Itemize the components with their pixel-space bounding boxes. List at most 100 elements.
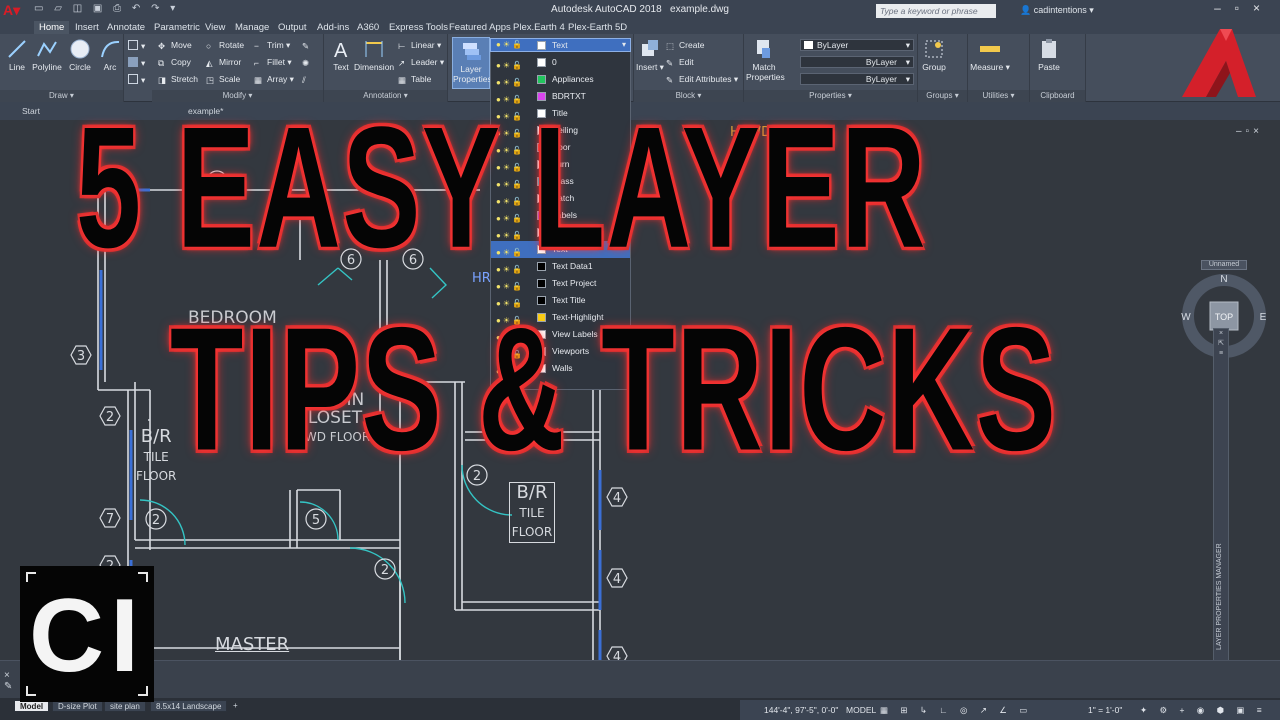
line-tool[interactable]: Line <box>4 38 30 72</box>
explode-tool[interactable]: ✺ <box>302 57 315 68</box>
hatch-tool[interactable]: ▾ <box>128 57 145 69</box>
table-icon: ▦ <box>398 75 407 85</box>
offset-tool[interactable]: ⫽ <box>302 74 315 85</box>
edit-block-tool[interactable]: ✎ Edit <box>666 57 694 68</box>
clipboard-panel-title[interactable]: Clipboard <box>1030 90 1085 102</box>
paste-tool[interactable]: Paste <box>1034 38 1064 72</box>
drafting-toggles[interactable]: ▦ ⊞ ↳ ∟ ◎ ↗ ∠ ▭ <box>880 705 1032 716</box>
edit-attributes-tool[interactable]: ✎ Edit Attributes ▾ <box>666 74 738 85</box>
move-icon: ✥ <box>158 41 166 51</box>
circle-tool[interactable]: Circle <box>66 38 94 72</box>
viewport-controls[interactable]: –▫× <box>1236 126 1263 137</box>
ucs-menu[interactable]: Unnamed <box>1201 260 1247 270</box>
layer-properties-button[interactable]: Layer Properties <box>452 37 492 89</box>
layer-item[interactable]: ●☀🔓 Appliances <box>491 71 630 88</box>
group-icon <box>925 40 943 58</box>
tab-addins[interactable]: Add-ins <box>312 21 354 34</box>
measure-tool[interactable]: Measure ▾ <box>970 38 1010 73</box>
tab-plex-earth-4[interactable]: Plex.Earth 4 <box>508 21 570 34</box>
model-space-toggle[interactable]: MODEL <box>846 705 876 715</box>
match-properties-icon <box>757 40 770 58</box>
tab-view[interactable]: View <box>200 21 230 34</box>
tab-home[interactable]: Home <box>34 21 70 34</box>
line-icon <box>8 40 26 58</box>
layer-item[interactable]: ●☀🔓 0 <box>491 54 630 71</box>
thumbnail-title-line1: 5 EASY LAYER <box>76 90 928 284</box>
autocad-logo-icon <box>1182 29 1256 97</box>
tab-featured-apps[interactable]: Featured Apps <box>444 21 516 34</box>
tag-marker-label: 4 <box>613 572 621 587</box>
utilities-panel-title[interactable]: Utilities ▾ <box>968 90 1029 102</box>
coordinates-readout[interactable]: 144'-4", 97'-5", 0'-0" <box>764 705 838 715</box>
tag-marker-label: 2 <box>152 513 160 528</box>
stretch-tool[interactable]: ◨ Stretch <box>158 74 198 85</box>
user-account[interactable]: 👤 cadintentions ▾ <box>1020 5 1094 16</box>
compass-w[interactable]: W <box>1181 312 1191 323</box>
layer-state-icons[interactable]: ●☀🔓 <box>496 74 534 87</box>
palette-controls[interactable]: × ⇱ ≡ <box>1214 329 1228 359</box>
window-controls[interactable]: –▫× <box>1214 1 1274 15</box>
svg-text:A: A <box>334 40 348 60</box>
array-tool[interactable]: ▦ Array ▾ <box>254 74 294 85</box>
leader-tool[interactable]: ↗ Leader ▾ <box>398 57 444 68</box>
match-properties-tool[interactable]: Match Properties <box>746 38 785 82</box>
layer-current-name: Text <box>552 40 568 50</box>
rectangle-tool[interactable]: ▾ <box>128 40 145 52</box>
tab-express-tools[interactable]: Express Tools <box>384 21 453 34</box>
add-layout-button[interactable]: + <box>228 700 243 712</box>
copy-tool[interactable]: ⧉ Copy <box>158 57 191 68</box>
command-line-controls[interactable]: × ✎ <box>4 670 16 696</box>
rotate-tool[interactable]: ○ Rotate <box>206 40 244 51</box>
move-tool[interactable]: ✥ Move <box>158 40 192 51</box>
layer-state-icons: ●☀🔓 <box>496 40 524 49</box>
tab-manage[interactable]: Manage <box>230 21 274 34</box>
create-block-tool[interactable]: ⬚ Create <box>666 40 705 51</box>
table-tool[interactable]: ▦ Table <box>398 74 431 85</box>
scale-icon: ◳ <box>206 75 215 85</box>
leader-icon: ↗ <box>398 58 406 68</box>
dimension-tool[interactable]: Dimension <box>354 38 394 72</box>
tab-output[interactable]: Output <box>273 21 312 34</box>
insert-block-tool[interactable]: Insert ▾ <box>636 38 664 73</box>
linear-dimension-tool[interactable]: ⊢ Linear ▾ <box>398 40 441 51</box>
lineweight-combo[interactable]: ByLayer ▾ <box>800 73 914 85</box>
array-icon: ▦ <box>254 75 263 85</box>
file-tab-start[interactable]: Start <box>22 106 40 116</box>
compass-e[interactable]: E <box>1260 312 1267 323</box>
status-tools[interactable]: ✦ ⚙ + ◉ ⬢ ▣ ≡ <box>1140 705 1267 716</box>
group-tool[interactable]: Group <box>920 38 948 72</box>
tab-plex-earth-5d[interactable]: Plex-Earth 5D <box>563 21 632 34</box>
search-input[interactable]: Type a keyword or phrase <box>876 4 996 18</box>
tab-landscape[interactable]: 8.5x14 Landscape <box>150 700 228 712</box>
layer-current-combo[interactable]: ●☀🔓 Text ▾ <box>490 38 631 52</box>
stretch-icon: ◨ <box>158 75 167 85</box>
linetype-combo[interactable]: ByLayer ▾ <box>800 56 914 68</box>
logo-text: CI <box>29 578 145 694</box>
status-bar: 144'-4", 97'-5", 0'-0" MODEL ▦ ⊞ ↳ ∟ ◎ ↗… <box>740 700 1280 720</box>
layer-properties-icon <box>463 43 481 60</box>
text-tool[interactable]: A Text <box>328 38 354 72</box>
color-combo[interactable]: ByLayer ▾ <box>800 39 914 51</box>
tab-annotate[interactable]: Annotate <box>102 21 150 34</box>
rotate-icon: ○ <box>206 41 212 51</box>
circle-icon <box>70 39 90 59</box>
gradient-tool[interactable]: ▾ <box>128 74 145 86</box>
trim-tool[interactable]: − Trim ▾ <box>254 40 290 51</box>
tag-marker-label: 3 <box>77 349 85 364</box>
scale-tool[interactable]: ◳ Scale <box>206 74 240 85</box>
arc-tool[interactable]: Arc <box>98 38 122 72</box>
mirror-tool[interactable]: ◭ Mirror <box>206 57 241 68</box>
annotation-scale[interactable]: 1" = 1'-0" <box>1088 705 1122 715</box>
polyline-tool[interactable]: Polyline <box>30 38 64 72</box>
compass-n[interactable]: N <box>1220 274 1227 285</box>
erase-tool[interactable]: ✎ <box>302 40 315 51</box>
layer-color-swatch <box>537 58 546 67</box>
fillet-tool[interactable]: ⌐ Fillet ▾ <box>254 57 292 68</box>
tab-a360[interactable]: A360 <box>352 21 384 34</box>
command-line[interactable] <box>0 660 1280 698</box>
rectangle-icon <box>128 40 138 50</box>
layer-state-icons[interactable]: ●☀🔓 <box>496 57 534 70</box>
tab-insert[interactable]: Insert <box>70 21 104 34</box>
offset-icon: ⫽ <box>302 75 306 85</box>
tab-parametric[interactable]: Parametric <box>149 21 205 34</box>
